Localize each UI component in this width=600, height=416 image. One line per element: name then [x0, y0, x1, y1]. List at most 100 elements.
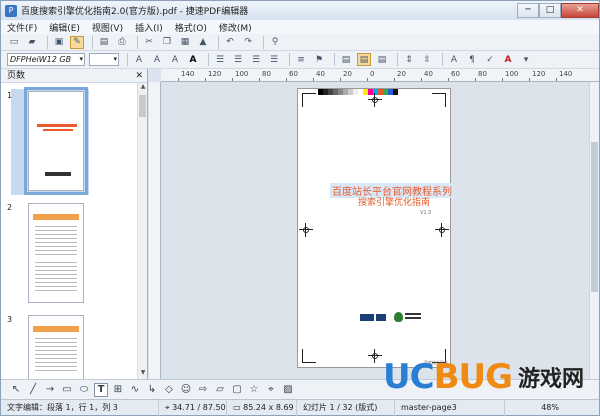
- toolbar-separator: [263, 35, 264, 49]
- align-justify-icon[interactable]: ☰: [267, 53, 281, 66]
- align-right-icon[interactable]: ☰: [249, 53, 263, 66]
- scroll-down-icon[interactable]: ▼: [138, 369, 148, 379]
- document-canvas[interactable]: 百度站长平台官网教程系列 搜索引擎优化指南 V2.0 百度站长平台: [161, 82, 599, 379]
- menu-insert[interactable]: 插入(I): [135, 21, 163, 34]
- ruler-label: 100: [505, 70, 519, 78]
- line-tool-icon[interactable]: ╱: [26, 383, 40, 397]
- status-size: ▭ 85.24 x 8.69: [227, 399, 297, 416]
- new-document-icon[interactable]: ▭: [7, 36, 21, 49]
- line-spacing-icon[interactable]: ⇕: [402, 53, 416, 66]
- curve-tool-icon[interactable]: ∿: [128, 383, 142, 397]
- ellipse-tool-icon[interactable]: ⬭: [77, 383, 91, 397]
- character-icon[interactable]: A: [447, 53, 461, 66]
- menu-modify[interactable]: 修改(M): [219, 21, 252, 34]
- paragraph-icon[interactable]: ¶: [465, 53, 479, 66]
- edit-mode-icon[interactable]: ✎: [70, 35, 84, 49]
- gallery-icon[interactable]: ▨: [281, 383, 295, 397]
- menu-view[interactable]: 视图(V): [92, 21, 123, 34]
- redo-icon[interactable]: ↷: [241, 36, 255, 49]
- thumbnail-text-lines: [35, 226, 77, 256]
- canvas-scrollbar[interactable]: [589, 82, 599, 379]
- zoom-icon[interactable]: ⚲: [268, 36, 282, 49]
- font-color-icon[interactable]: A: [501, 53, 515, 66]
- clone-format-icon[interactable]: ▲: [196, 36, 210, 49]
- valign-center-icon[interactable]: ▤: [357, 53, 371, 66]
- close-button[interactable]: ✕: [561, 3, 599, 18]
- vertical-text-icon[interactable]: ⊞: [111, 383, 125, 397]
- open-folder-icon[interactable]: ▰: [25, 36, 39, 49]
- arrow-line-icon[interactable]: →: [43, 383, 57, 397]
- ruler-tick: [556, 78, 557, 81]
- text-tool-icon[interactable]: T: [94, 382, 108, 397]
- document-page[interactable]: 百度站长平台官网教程系列 搜索引擎优化指南 V2.0 百度站长平台: [297, 88, 454, 368]
- minimize-button[interactable]: ─: [517, 3, 539, 18]
- select-arrow-icon[interactable]: ↖: [9, 383, 23, 397]
- stars-icon[interactable]: ☆: [247, 383, 261, 397]
- valign-bottom-icon[interactable]: ▤: [375, 53, 389, 66]
- spellcheck-icon[interactable]: ✓: [483, 53, 497, 66]
- connector-tool-icon[interactable]: ↳: [145, 383, 159, 397]
- size-icon: ▭: [233, 402, 244, 412]
- highlight-icon[interactable]: ⚑: [312, 53, 326, 66]
- standard-toolbar: ▭ ▰ ▣ ✎ ▤ ⎙ ✂ ❐ ▦ ▲ ↶ ↷ ⚲: [1, 34, 599, 51]
- pages-panel-scrollbar[interactable]: ▲ ▼: [137, 83, 147, 379]
- horizontal-ruler: 140 120 100 80 60 40 20 0 20 40 60 80 100 120 140: [161, 69, 599, 82]
- close-icon[interactable]: ✕: [135, 69, 143, 83]
- status-bar: 文字编辑：段落 1，行 1，列 3 ⌖ 34.71 / 87.50 ▭ 85.2…: [1, 399, 599, 416]
- status-zoom[interactable]: 48%: [505, 400, 565, 416]
- font-size-select[interactable]: ▾: [89, 53, 119, 66]
- callouts-icon[interactable]: ▢: [230, 383, 244, 397]
- flowchart-icon[interactable]: ▱: [213, 383, 227, 397]
- bold-text-icon[interactable]: A: [132, 53, 146, 66]
- rectangle-tool-icon[interactable]: ▭: [60, 383, 74, 397]
- chevron-down-icon[interactable]: ▾: [519, 53, 533, 66]
- italic-text-icon[interactable]: A: [150, 53, 164, 66]
- color-calibration-bar: [318, 89, 398, 95]
- save-icon[interactable]: ▣: [52, 36, 66, 49]
- menu-format[interactable]: 格式(O): [175, 21, 207, 34]
- status-edit-mode: 文字编辑：段落 1，行 1，列 3: [1, 399, 159, 416]
- bullets-icon[interactable]: ≡: [294, 53, 308, 66]
- align-left-icon[interactable]: ☰: [213, 53, 227, 66]
- export-pdf-icon[interactable]: ▤: [97, 36, 111, 49]
- scrollbar-thumb[interactable]: [591, 142, 598, 292]
- watermark-cn: 游戏网: [518, 366, 585, 392]
- underline-text-icon[interactable]: A: [168, 53, 182, 66]
- symbol-shapes-icon[interactable]: ☺: [179, 383, 193, 397]
- thumbnail-header-bar: [33, 326, 79, 332]
- document-title-line2[interactable]: 搜索引擎优化指南: [358, 195, 430, 208]
- page-thumbnail[interactable]: [28, 203, 84, 303]
- app-icon: P: [5, 4, 17, 17]
- ruler-label: 60: [451, 70, 460, 78]
- paragraph-spacing-icon[interactable]: ⇳: [420, 53, 434, 66]
- menu-edit[interactable]: 编辑(E): [49, 21, 80, 34]
- ruler-label: 80: [262, 70, 271, 78]
- paste-icon[interactable]: ▦: [178, 36, 192, 49]
- font-name-select[interactable]: DFPHeiW12 GB ▾: [7, 53, 85, 66]
- undo-icon[interactable]: ↶: [223, 36, 237, 49]
- copy-icon[interactable]: ❐: [160, 36, 174, 49]
- position-value: 34.71 / 87.50: [172, 402, 226, 412]
- shadow-text-icon[interactable]: A: [186, 53, 200, 66]
- scroll-up-icon[interactable]: ▲: [138, 83, 148, 93]
- print-icon[interactable]: ⎙: [115, 36, 129, 49]
- block-arrows-icon[interactable]: ⇨: [196, 383, 210, 397]
- pages-panel-header: 页数 ✕: [1, 69, 147, 83]
- maximize-button[interactable]: □: [539, 3, 561, 18]
- toolbar-separator: [137, 35, 138, 49]
- page-thumbnail-item[interactable]: 1: [1, 87, 136, 195]
- pages-panel-title: 页数: [7, 71, 26, 81]
- status-position: ⌖ 34.71 / 87.50: [159, 399, 227, 416]
- align-center-icon[interactable]: ☰: [231, 53, 245, 66]
- ruler-tick: [205, 78, 206, 81]
- scrollbar-thumb[interactable]: [139, 95, 146, 117]
- valign-top-icon[interactable]: ▤: [339, 53, 353, 66]
- points-icon[interactable]: ⌖: [264, 383, 278, 397]
- cut-icon[interactable]: ✂: [142, 36, 156, 49]
- page-thumbnail-item[interactable]: 2: [1, 201, 136, 307]
- basic-shapes-icon[interactable]: ◇: [162, 383, 176, 397]
- menu-file[interactable]: 文件(F): [7, 21, 37, 34]
- page-thumbnail[interactable]: [24, 87, 88, 195]
- toolbar-separator: [127, 53, 128, 66]
- ruler-label: 80: [478, 70, 487, 78]
